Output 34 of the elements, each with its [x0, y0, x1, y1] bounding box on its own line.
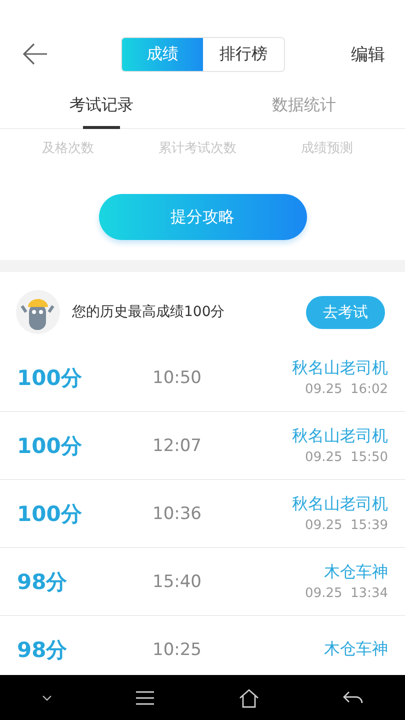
- date-text: 09.25 15:50: [305, 450, 388, 465]
- duration-text: 10:25: [152, 640, 202, 660]
- score-text: 100分: [17, 500, 83, 528]
- score-text: 100分: [17, 364, 83, 392]
- duration-text: 10:36: [152, 504, 202, 524]
- mascot-icon: [16, 290, 60, 334]
- user-name: 木仓车神: [324, 562, 388, 583]
- edit-button[interactable]: 编辑: [351, 42, 385, 66]
- date-text: 09.25 16:02: [305, 382, 388, 397]
- start-exam-button[interactable]: 去考试: [306, 296, 385, 328]
- score-text: 98分: [17, 636, 68, 664]
- stat-label: 累计考试次数: [158, 140, 236, 158]
- best-score-text: 您的历史最高成绩100分: [72, 303, 226, 321]
- user-name: 木仓车神: [324, 639, 388, 660]
- stat-label: 及格次数: [42, 140, 94, 158]
- tab[interactable]: 数据统计: [202, 88, 405, 129]
- duration-text: 15:40: [152, 572, 202, 592]
- menu-icon[interactable]: [136, 690, 154, 704]
- stat-label: 成绩预测: [300, 140, 353, 158]
- segment-tab[interactable]: 成绩: [122, 38, 203, 71]
- user-name: 秋名山老司机: [292, 494, 388, 515]
- score-text: 98分: [17, 568, 68, 596]
- back-icon[interactable]: [22, 43, 48, 65]
- duration-text: 10:50: [152, 368, 202, 388]
- chevron-down-icon[interactable]: [42, 694, 52, 700]
- user-name: 秋名山老司机: [292, 426, 388, 447]
- date-text: 09.25 15:39: [305, 518, 388, 533]
- user-name: 秋名山老司机: [292, 358, 388, 379]
- score-text: 100分: [17, 432, 83, 460]
- date-text: 09.25 13:34: [305, 586, 388, 601]
- home-icon[interactable]: [238, 688, 259, 708]
- tab[interactable]: 考试记录: [0, 88, 202, 129]
- tips-button[interactable]: 提分攻略: [98, 194, 306, 240]
- duration-text: 12:07: [152, 436, 202, 456]
